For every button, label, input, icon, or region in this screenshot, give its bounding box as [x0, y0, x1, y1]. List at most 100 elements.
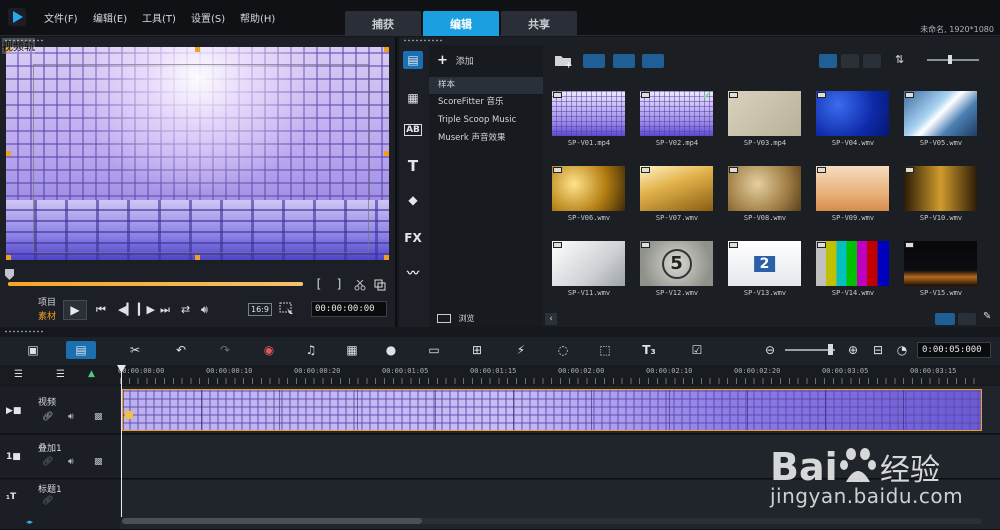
media-thumbnail[interactable]: SP-V03.mp4: [721, 85, 809, 157]
title-icon[interactable]: T: [403, 157, 423, 175]
thumbnail-view-button[interactable]: [863, 54, 881, 68]
end-icon[interactable]: ⏭: [160, 303, 170, 317]
transition-icon[interactable]: AB: [403, 121, 423, 139]
list-view-button[interactable]: [819, 54, 837, 68]
next-frame-icon[interactable]: ▎▶: [138, 303, 155, 316]
video-track-header[interactable]: ▶■ 视频 🔗︎ 🔊︎ ▩: [0, 386, 120, 434]
add-folder-button[interactable]: + 添加: [437, 53, 474, 68]
tab-edit[interactable]: 编辑: [423, 11, 499, 36]
media-thumbnail[interactable]: SP-V07.wmv: [633, 160, 721, 232]
ripple-icon[interactable]: ▩: [94, 457, 103, 467]
resize-handle[interactable]: [6, 151, 11, 156]
media-thumbnail[interactable]: SP-V11.wmv: [545, 235, 633, 307]
menu-help[interactable]: 帮助(H): [240, 10, 275, 25]
folder-item[interactable]: Triple Scoop Music: [429, 112, 543, 129]
browse-button[interactable]: 浏览: [437, 313, 475, 324]
undo-icon[interactable]: ↶: [170, 341, 192, 359]
track-manager-icon[interactable]: ☰: [14, 369, 23, 380]
mark-in-button[interactable]: [: [312, 277, 326, 291]
timeline-scrollbar-thumb[interactable]: [122, 518, 422, 524]
chapter-menu-icon[interactable]: ☰: [56, 369, 65, 380]
video-clip[interactable]: [122, 389, 982, 431]
panel-grip[interactable]: [4, 330, 44, 333]
show-video-toggle[interactable]: [583, 54, 605, 68]
fx-icon[interactable]: FX: [403, 229, 423, 247]
mask-creator-icon[interactable]: ◌: [552, 341, 574, 359]
volume-icon[interactable]: 🔊︎: [201, 303, 208, 317]
scope-clip[interactable]: 素材: [38, 309, 56, 322]
auto-music-icon[interactable]: ▦: [341, 341, 363, 359]
media-thumbnail[interactable]: SP-V05.wmv: [897, 85, 985, 157]
thumbnail-size-knob[interactable]: [948, 55, 952, 64]
previous-frame-icon[interactable]: ◀▎: [118, 303, 135, 316]
repeat-icon[interactable]: ⇄: [181, 303, 190, 316]
media-thumbnail[interactable]: SP-V06.wmv: [545, 160, 633, 232]
track-scroll-icon[interactable]: ◂▸: [26, 518, 33, 526]
media-thumbnail[interactable]: 2 SP-V13.wmv: [721, 235, 809, 307]
media-thumbnail[interactable]: SP-V04.wmv: [809, 85, 897, 157]
folder-item[interactable]: ScoreFitter 音乐: [429, 94, 543, 111]
scroll-left-icon[interactable]: ‹: [545, 313, 557, 325]
player-timecode[interactable]: 00:00:00:00: [311, 301, 387, 317]
resize-handle[interactable]: [384, 151, 389, 156]
project-duration-timecode[interactable]: 0:00:05:000: [917, 342, 991, 358]
multi-camera-icon[interactable]: ⊞: [466, 341, 488, 359]
3d-title-icon[interactable]: T₃: [638, 341, 660, 359]
media-thumbnail[interactable]: ✔ SP-V02.mp4: [633, 85, 721, 157]
sound-mixer-icon[interactable]: ♫: [300, 341, 322, 359]
resize-handle[interactable]: [195, 47, 200, 52]
media-thumbnail[interactable]: SP-V10.wmv: [897, 160, 985, 232]
menu-file[interactable]: 文件(F): [44, 10, 78, 25]
enlarge-preview-icon[interactable]: [374, 279, 386, 291]
media-thumbnail[interactable]: SP-V09.wmv: [809, 160, 897, 232]
resize-handle[interactable]: [384, 47, 389, 52]
mute-icon[interactable]: 🔊︎: [68, 457, 74, 467]
split-screen-icon[interactable]: ☑: [686, 341, 708, 359]
scrub-handle[interactable]: [5, 269, 14, 280]
zoom-out-icon[interactable]: ⊖: [759, 341, 781, 359]
resize-handle[interactable]: [195, 255, 200, 260]
media-thumbnail[interactable]: SP-V01.mp4: [545, 85, 633, 157]
aspect-ratio-select[interactable]: 16:9: [248, 303, 272, 316]
playhead[interactable]: [121, 367, 122, 517]
menu-settings[interactable]: 设置(S): [191, 10, 225, 25]
record-capture-icon[interactable]: ◉: [258, 341, 280, 359]
folder-item[interactable]: Muserk 声音效果: [429, 130, 543, 147]
import-folder-icon[interactable]: +: [554, 52, 572, 68]
sort-icon[interactable]: ⇅: [895, 53, 904, 66]
mark-out-button[interactable]: ]: [332, 277, 346, 291]
time-remapping-icon[interactable]: ⚡: [510, 341, 532, 359]
library-mode-button[interactable]: [935, 313, 955, 325]
timeline-view-icon[interactable]: ▤: [66, 341, 96, 359]
home-icon[interactable]: ⏮: [96, 303, 106, 317]
menu-tools[interactable]: 工具(T): [142, 10, 176, 25]
thumbnail-size-slider[interactable]: [927, 59, 979, 61]
pan-zoom-icon[interactable]: ⬚: [594, 341, 616, 359]
storyboard-view-icon[interactable]: ▣: [22, 341, 44, 359]
path-icon[interactable]: 〰: [403, 263, 423, 281]
show-photo-toggle[interactable]: [613, 54, 635, 68]
link-icon[interactable]: 🔗︎: [42, 496, 53, 506]
edit-icon[interactable]: ✎: [983, 311, 991, 322]
panel-grip[interactable]: [403, 39, 443, 42]
preview-window[interactable]: [6, 47, 389, 260]
mute-icon[interactable]: 🔊︎: [68, 412, 74, 422]
tab-share[interactable]: 共享: [501, 11, 577, 36]
add-marker-icon[interactable]: ▲: [88, 369, 95, 379]
play-button[interactable]: ▶: [63, 300, 87, 320]
media-thumbnail[interactable]: SP-V08.wmv: [721, 160, 809, 232]
folder-item[interactable]: 样本: [429, 77, 543, 94]
show-audio-toggle[interactable]: [642, 54, 664, 68]
clock-icon[interactable]: ◔: [891, 341, 913, 359]
overlay-track-header[interactable]: 1■ 叠加1 🔗︎ 🔊︎ ▩: [0, 435, 120, 479]
zoom-in-icon[interactable]: ⊕: [842, 341, 864, 359]
ripple-icon[interactable]: ▩: [94, 412, 103, 422]
zoom-slider-knob[interactable]: [828, 344, 833, 355]
toolbar-settings-icon[interactable]: ✂: [124, 341, 146, 359]
resize-handle[interactable]: [6, 255, 11, 260]
redo-icon[interactable]: ↷: [214, 341, 236, 359]
graphic-icon[interactable]: ◆: [403, 191, 423, 209]
media-thumbnail[interactable]: SP-V15.wmv: [897, 235, 985, 307]
subtitle-editor-icon[interactable]: ▭: [423, 341, 445, 359]
tab-capture[interactable]: 捕获: [345, 11, 421, 36]
